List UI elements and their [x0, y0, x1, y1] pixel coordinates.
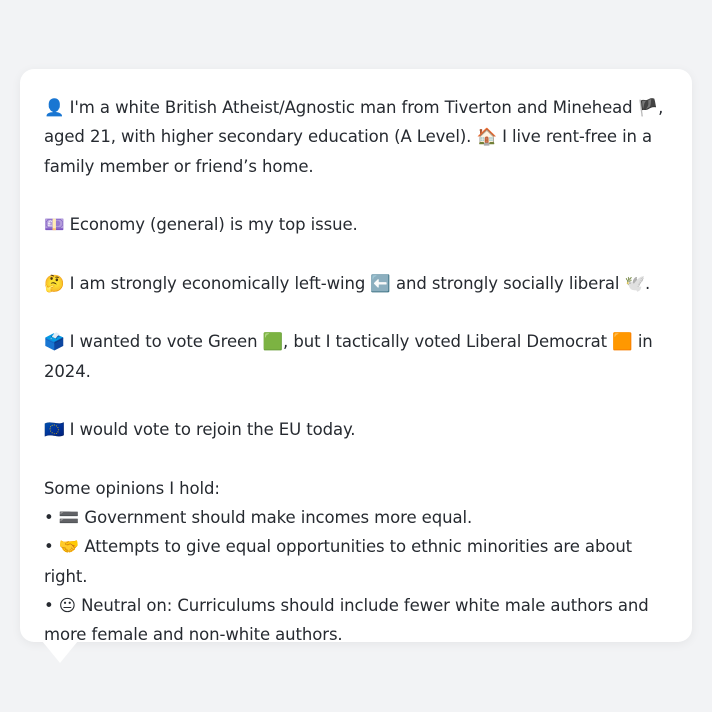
opinion-item: • 🟰 Government should make incomes more …	[44, 503, 672, 532]
vote-text: I wanted to vote Green	[69, 332, 258, 352]
opinion-item: • 😐 Neutral on: Curriculums should inclu…	[44, 591, 672, 650]
eu-text: I would vote to rejoin the EU today.	[69, 420, 356, 440]
opinions-heading: Some opinions I hold:	[44, 478, 220, 498]
ideology-text-3: .	[645, 273, 651, 293]
handshake-icon: 🤝	[58, 537, 80, 557]
identity-text: I'm a white British Atheist/Agnostic man…	[69, 98, 633, 117]
thinking-face-icon: 🤔	[44, 273, 65, 293]
left-arrow-icon: ⬅️	[370, 273, 391, 293]
equals-icon: 🟰	[58, 508, 80, 528]
dove-icon: 🕊️	[624, 273, 646, 293]
opinion-text: Government should make incomes more equa…	[84, 508, 473, 528]
bullet: •	[44, 508, 54, 528]
vote-paragraph: 🗳️ I wanted to vote Green 🟩, but I tacti…	[44, 327, 672, 386]
eu-paragraph: 🇪🇺 I would vote to rejoin the EU today.	[44, 415, 672, 444]
neutral-face-icon: 😐	[58, 596, 76, 616]
money-icon: 💷	[44, 215, 65, 235]
bubble-tail	[42, 641, 78, 663]
ideology-text-2: and strongly socially liberal	[396, 273, 620, 293]
green-square-icon: 🟩	[262, 332, 284, 352]
top-issue-text: Economy (general) is my top issue.	[69, 215, 358, 235]
message-bubble: 👤 I'm a white British Atheist/Agnostic m…	[20, 69, 692, 644]
ballot-box-icon: 🗳️	[44, 332, 65, 352]
top-issue-paragraph: 💷 Economy (general) is my top issue.	[44, 210, 672, 239]
england-flag-icon: 🏴	[637, 98, 659, 117]
orange-square-icon: 🟧	[612, 332, 633, 352]
house-icon: 🏠	[476, 127, 497, 147]
ideology-paragraph: 🤔 I am strongly economically left-wing ⬅…	[44, 269, 672, 298]
identity-paragraph: 👤 I'm a white British Atheist/Agnostic m…	[44, 93, 672, 181]
opinion-text: Neutral on: Curriculums should include f…	[44, 596, 649, 645]
bullet: •	[44, 537, 54, 557]
opinion-text: Attempts to give equal opportunities to …	[44, 537, 633, 586]
ideology-text: I am strongly economically left-wing	[69, 273, 366, 293]
person-icon: 👤	[44, 98, 65, 117]
vote-text-2: , but I tactically voted Liberal Democra…	[283, 332, 608, 352]
opinion-item: • 🤝 Attempts to give equal opportunities…	[44, 532, 672, 591]
eu-flag-icon: 🇪🇺	[44, 420, 65, 440]
bullet: •	[44, 596, 54, 616]
